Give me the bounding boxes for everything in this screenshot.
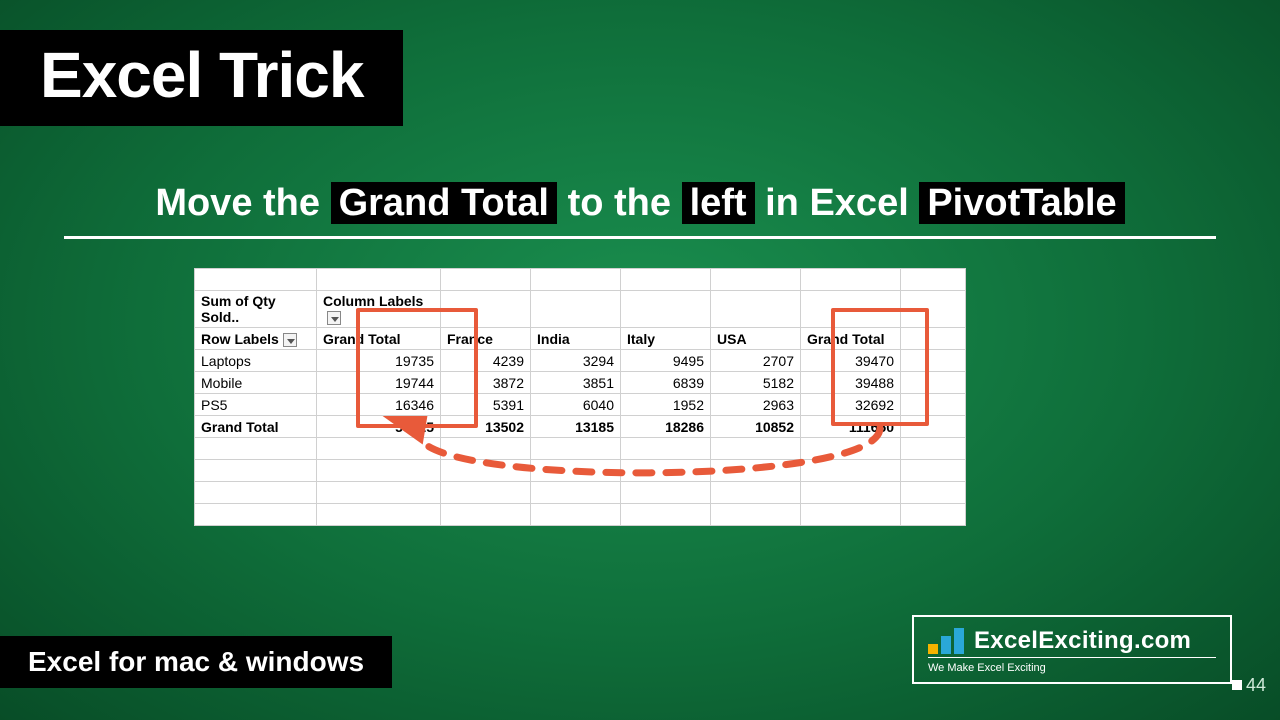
col-gt-right: Grand Total [801, 328, 901, 350]
col-usa: USA [711, 328, 801, 350]
row-ps5: PS5 16346 5391 6040 1952 2963 32692 [195, 394, 966, 416]
dropdown-icon[interactable] [283, 333, 297, 347]
row-grand-total: Grand Total 55825 13502 13185 18286 1085… [195, 416, 966, 438]
pivot-table: Sum of Qty Sold.. Column Labels Row Labe… [194, 268, 966, 518]
col-india: India [531, 328, 621, 350]
logo-bars-icon [928, 628, 964, 654]
st-h1: Grand Total [331, 182, 557, 224]
st-h2: left [682, 182, 755, 224]
dropdown-icon[interactable] [327, 311, 341, 325]
subtitle-rule [64, 236, 1216, 239]
col-italy: Italy [621, 328, 711, 350]
st-p3: in Excel [765, 182, 909, 224]
col-france: France [441, 328, 531, 350]
footer-text: Excel for mac & windows [28, 646, 364, 677]
title-text: Excel Trick [40, 39, 363, 111]
subtitle: Move the Grand Total to the left in Exce… [64, 182, 1216, 225]
logo-text: ExcelExciting.com [974, 627, 1191, 655]
pivot-row-caption[interactable]: Row Labels [195, 328, 317, 350]
st-h3: PivotTable [919, 182, 1124, 224]
logo-box: ExcelExciting.com We Make Excel Exciting [912, 615, 1232, 684]
st-p1: Move the [155, 182, 320, 224]
st-p2: to the [568, 182, 671, 224]
logo-tagline: We Make Excel Exciting [928, 657, 1216, 674]
footer-badge: Excel for mac & windows [0, 636, 392, 688]
col-gt-left: Grand Total [317, 328, 441, 350]
slide-number: 44 [1246, 675, 1266, 696]
title-bar: Excel Trick [0, 30, 403, 126]
pivot-corner: Sum of Qty Sold.. [195, 291, 317, 328]
pivot-col-caption[interactable]: Column Labels [317, 291, 441, 328]
logo-corner-icon [1232, 680, 1242, 690]
row-laptops: Laptops 19735 4239 3294 9495 2707 39470 [195, 350, 966, 372]
row-mobile: Mobile 19744 3872 3851 6839 5182 39488 [195, 372, 966, 394]
